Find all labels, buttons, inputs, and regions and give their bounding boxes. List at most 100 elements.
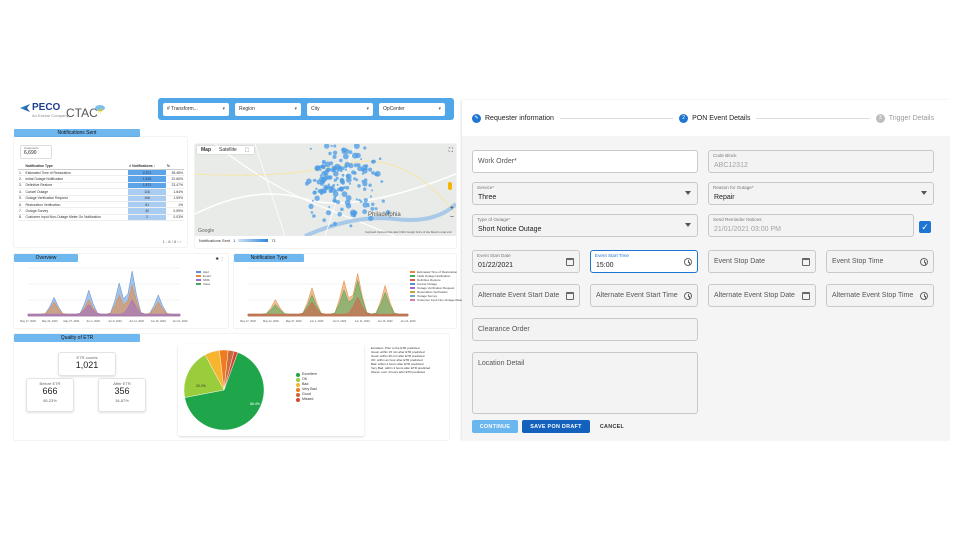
event-stop-time-field[interactable]: Event Stop Time	[826, 250, 934, 273]
map-marker[interactable]	[371, 159, 375, 164]
type-of-outage-select[interactable]: Type of Outage* Short Notice Outage	[472, 214, 698, 237]
map-marker[interactable]	[337, 187, 341, 192]
map-marker[interactable]	[357, 184, 361, 188]
map-marker[interactable]	[363, 187, 367, 191]
map-marker[interactable]	[325, 167, 330, 173]
map-marker[interactable]	[322, 218, 326, 222]
map-marker[interactable]	[332, 184, 336, 187]
map-marker[interactable]	[339, 158, 343, 163]
map-marker[interactable]	[353, 171, 357, 175]
map-marker[interactable]	[353, 177, 357, 181]
map-marker[interactable]	[363, 198, 368, 203]
chart-menu-icon[interactable]: ✱ ⋮	[216, 256, 224, 261]
map-marker[interactable]	[343, 186, 346, 190]
map-marker[interactable]	[344, 148, 350, 154]
save-pon-draft-button[interactable]: SAVE PON DRAFT	[522, 420, 590, 433]
map-marker[interactable]	[340, 207, 344, 212]
clearance-order-field[interactable]: Clearance Order	[472, 318, 698, 341]
map-marker[interactable]	[380, 180, 384, 183]
map-marker[interactable]	[369, 195, 372, 198]
map-marker[interactable]	[313, 178, 317, 182]
map-marker[interactable]	[332, 150, 338, 155]
map-marker[interactable]	[309, 147, 312, 150]
filter-transformer[interactable]: # Transform... ▾	[163, 102, 229, 116]
tab-satellite[interactable]: Satellite	[215, 146, 241, 154]
map-marker[interactable]	[315, 187, 318, 190]
map-marker[interactable]	[308, 203, 314, 209]
clock-icon[interactable]	[920, 258, 928, 266]
map-marker[interactable]	[336, 183, 339, 186]
event-start-time-field[interactable]: Event Start Time 15:00	[590, 250, 698, 273]
map-marker[interactable]	[323, 190, 327, 194]
map-marker[interactable]	[313, 190, 317, 194]
map-marker[interactable]	[314, 166, 319, 171]
map-marker[interactable]	[349, 224, 353, 228]
map-marker[interactable]	[344, 165, 348, 169]
map-marker[interactable]	[325, 210, 332, 216]
map-marker[interactable]	[357, 165, 363, 172]
map-marker[interactable]	[378, 157, 382, 160]
map-marker[interactable]	[344, 168, 348, 171]
reminder-checkbox[interactable]: ✓	[919, 221, 931, 233]
location-detail-textarea[interactable]: Location Detail	[472, 352, 698, 414]
map-marker[interactable]	[342, 153, 349, 160]
map-marker[interactable]	[339, 178, 345, 184]
map-marker[interactable]	[341, 173, 345, 177]
map-marker[interactable]	[333, 144, 337, 148]
cancel-button[interactable]: CANCEL	[594, 420, 630, 433]
map-marker[interactable]	[324, 161, 331, 168]
table-pager[interactable]: 1 - 8 / 8 ‹ ›	[163, 239, 181, 244]
filter-city[interactable]: City ▾	[307, 102, 373, 116]
map-marker[interactable]	[371, 202, 375, 206]
event-stop-date-field[interactable]: Event Stop Date	[708, 250, 816, 273]
alternate-event-start-date-field[interactable]: Alternate Event Start Date	[472, 284, 580, 307]
map-marker[interactable]	[349, 182, 352, 185]
map-marker[interactable]	[332, 154, 337, 159]
service-select[interactable]: Service* Three	[472, 182, 698, 205]
map-marker[interactable]	[333, 196, 337, 200]
fullscreen-icon[interactable]: ⛶	[449, 148, 453, 155]
map-marker[interactable]	[330, 144, 333, 148]
alternate-event-stop-date-field[interactable]: Alternate Event Stop Date	[708, 284, 816, 307]
continue-button[interactable]: CONTINUE	[472, 420, 518, 433]
map-marker[interactable]	[317, 189, 322, 193]
filter-opcenter[interactable]: OpCenter ▾	[379, 102, 445, 116]
map-marker[interactable]	[324, 144, 330, 149]
map-marker[interactable]	[337, 212, 342, 217]
tab-map[interactable]: Map	[197, 146, 215, 154]
map-marker[interactable]	[341, 147, 345, 151]
map-marker[interactable]	[374, 207, 378, 211]
zoom-controls[interactable]: + −	[450, 204, 454, 222]
map-marker[interactable]	[331, 165, 337, 171]
event-start-date-field[interactable]: Event Start Date 01/22/2021	[472, 250, 580, 273]
map-marker[interactable]	[310, 211, 314, 214]
map-marker[interactable]	[363, 146, 367, 150]
map-marker[interactable]	[374, 172, 379, 177]
map-marker[interactable]	[353, 144, 360, 149]
map-marker[interactable]	[333, 170, 339, 177]
filter-region[interactable]: Region ▾	[235, 102, 301, 116]
step-pon-event-details[interactable]: 2 PON Event Details	[679, 113, 750, 123]
map-marker[interactable]	[362, 209, 367, 215]
clock-icon[interactable]	[920, 292, 928, 300]
step-requester-information[interactable]: ✎ Requester information	[472, 113, 554, 123]
map-marker[interactable]	[332, 198, 336, 203]
map-marker[interactable]	[371, 189, 374, 192]
map-marker[interactable]	[328, 151, 332, 156]
pegman-icon[interactable]	[448, 182, 452, 190]
map-marker[interactable]	[320, 164, 325, 169]
table-row[interactable]: 8. Customer Input Non-Outage Meter On Not…	[18, 214, 184, 222]
alternate-event-stop-time-field[interactable]: Alternate Event Stop Time	[826, 284, 934, 307]
map-marker[interactable]	[311, 199, 314, 202]
map-marker[interactable]	[359, 200, 363, 203]
map-marker[interactable]	[335, 176, 339, 180]
map-marker[interactable]	[360, 158, 363, 161]
map-marker[interactable]	[314, 195, 320, 201]
map-marker[interactable]	[320, 192, 323, 195]
calendar-icon[interactable]	[566, 292, 574, 300]
map-marker[interactable]	[328, 189, 333, 193]
map-marker[interactable]	[370, 206, 375, 211]
alternate-event-start-time-field[interactable]: Alternate Event Start Time	[590, 284, 698, 307]
map-marker[interactable]	[330, 224, 333, 227]
map-marker[interactable]	[312, 214, 316, 218]
